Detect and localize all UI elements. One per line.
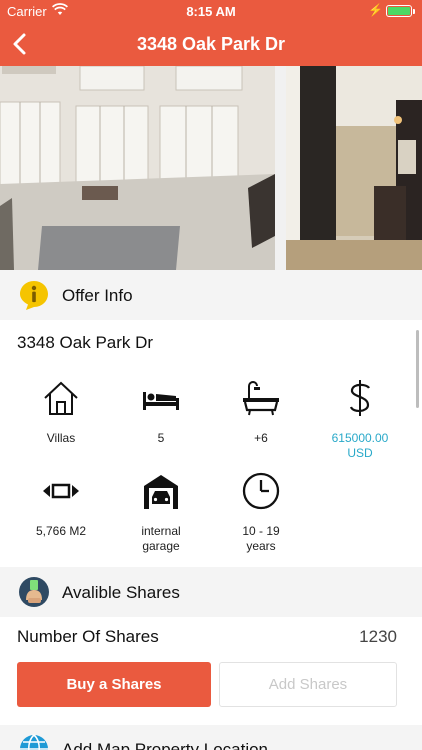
- house-icon: [41, 378, 81, 418]
- garage-icon: [141, 471, 181, 511]
- shares-header: Avalible Shares: [0, 567, 422, 617]
- status-bar: Carrier 8:15 AM ⚡: [0, 0, 422, 22]
- dollar-icon: [340, 378, 380, 418]
- globe-icon: [18, 733, 50, 750]
- section-label: Add Map Property Location: [62, 740, 269, 750]
- photo-gallery[interactable]: [0, 66, 422, 270]
- property-photo-bathroom[interactable]: [286, 66, 422, 270]
- feature-age: 10 - 19 years: [215, 471, 307, 554]
- charging-icon: ⚡: [368, 3, 383, 17]
- bed-icon: [141, 378, 181, 418]
- section-label: Offer Info: [62, 286, 133, 305]
- shares-coin-icon: [18, 576, 50, 608]
- section-label: Avalible Shares: [62, 583, 180, 602]
- clock-icon: [241, 471, 281, 511]
- shares-count-row: Number Of Shares 1230: [0, 620, 422, 650]
- feature-value: +6: [254, 431, 268, 445]
- feature-value: Villas: [46, 431, 76, 445]
- shares-count-value: 1230: [359, 627, 397, 646]
- property-photo-living-room[interactable]: [0, 66, 275, 270]
- offer-info-header: Offer Info: [0, 270, 422, 320]
- feature-value: 615000.00 USD: [331, 431, 389, 460]
- buy-shares-button[interactable]: Buy a Shares: [17, 662, 211, 707]
- scrollbar[interactable]: [416, 330, 419, 408]
- feature-bedrooms: 5: [115, 378, 207, 446]
- add-shares-button[interactable]: Add Shares: [219, 662, 397, 707]
- feature-value: 10 - 19 years: [242, 524, 280, 553]
- navigation-bar: 3348 Oak Park Dr: [0, 22, 422, 66]
- property-address: 3348 Oak Park Dr: [17, 333, 154, 352]
- feature-type: Villas: [15, 378, 107, 446]
- feature-bathrooms: +6: [215, 378, 307, 446]
- info-icon: [18, 279, 50, 311]
- feature-value: 5,766 M2: [35, 524, 87, 538]
- shares-count-label: Number Of Shares: [17, 627, 159, 646]
- area-arrows-icon: [41, 471, 81, 511]
- battery-icon: [386, 5, 415, 17]
- feature-price: 615000.00 USD: [314, 378, 406, 461]
- feature-value: 5: [157, 431, 165, 445]
- page-title: 3348 Oak Park Dr: [136, 34, 286, 54]
- bathtub-icon: [241, 378, 281, 418]
- feature-garage: internal garage: [115, 471, 207, 554]
- clock-time: 8:15 AM: [186, 4, 236, 19]
- feature-value: internal garage: [141, 524, 181, 553]
- map-location-header[interactable]: Add Map Property Location: [0, 725, 422, 750]
- feature-area: 5,766 M2: [15, 471, 107, 539]
